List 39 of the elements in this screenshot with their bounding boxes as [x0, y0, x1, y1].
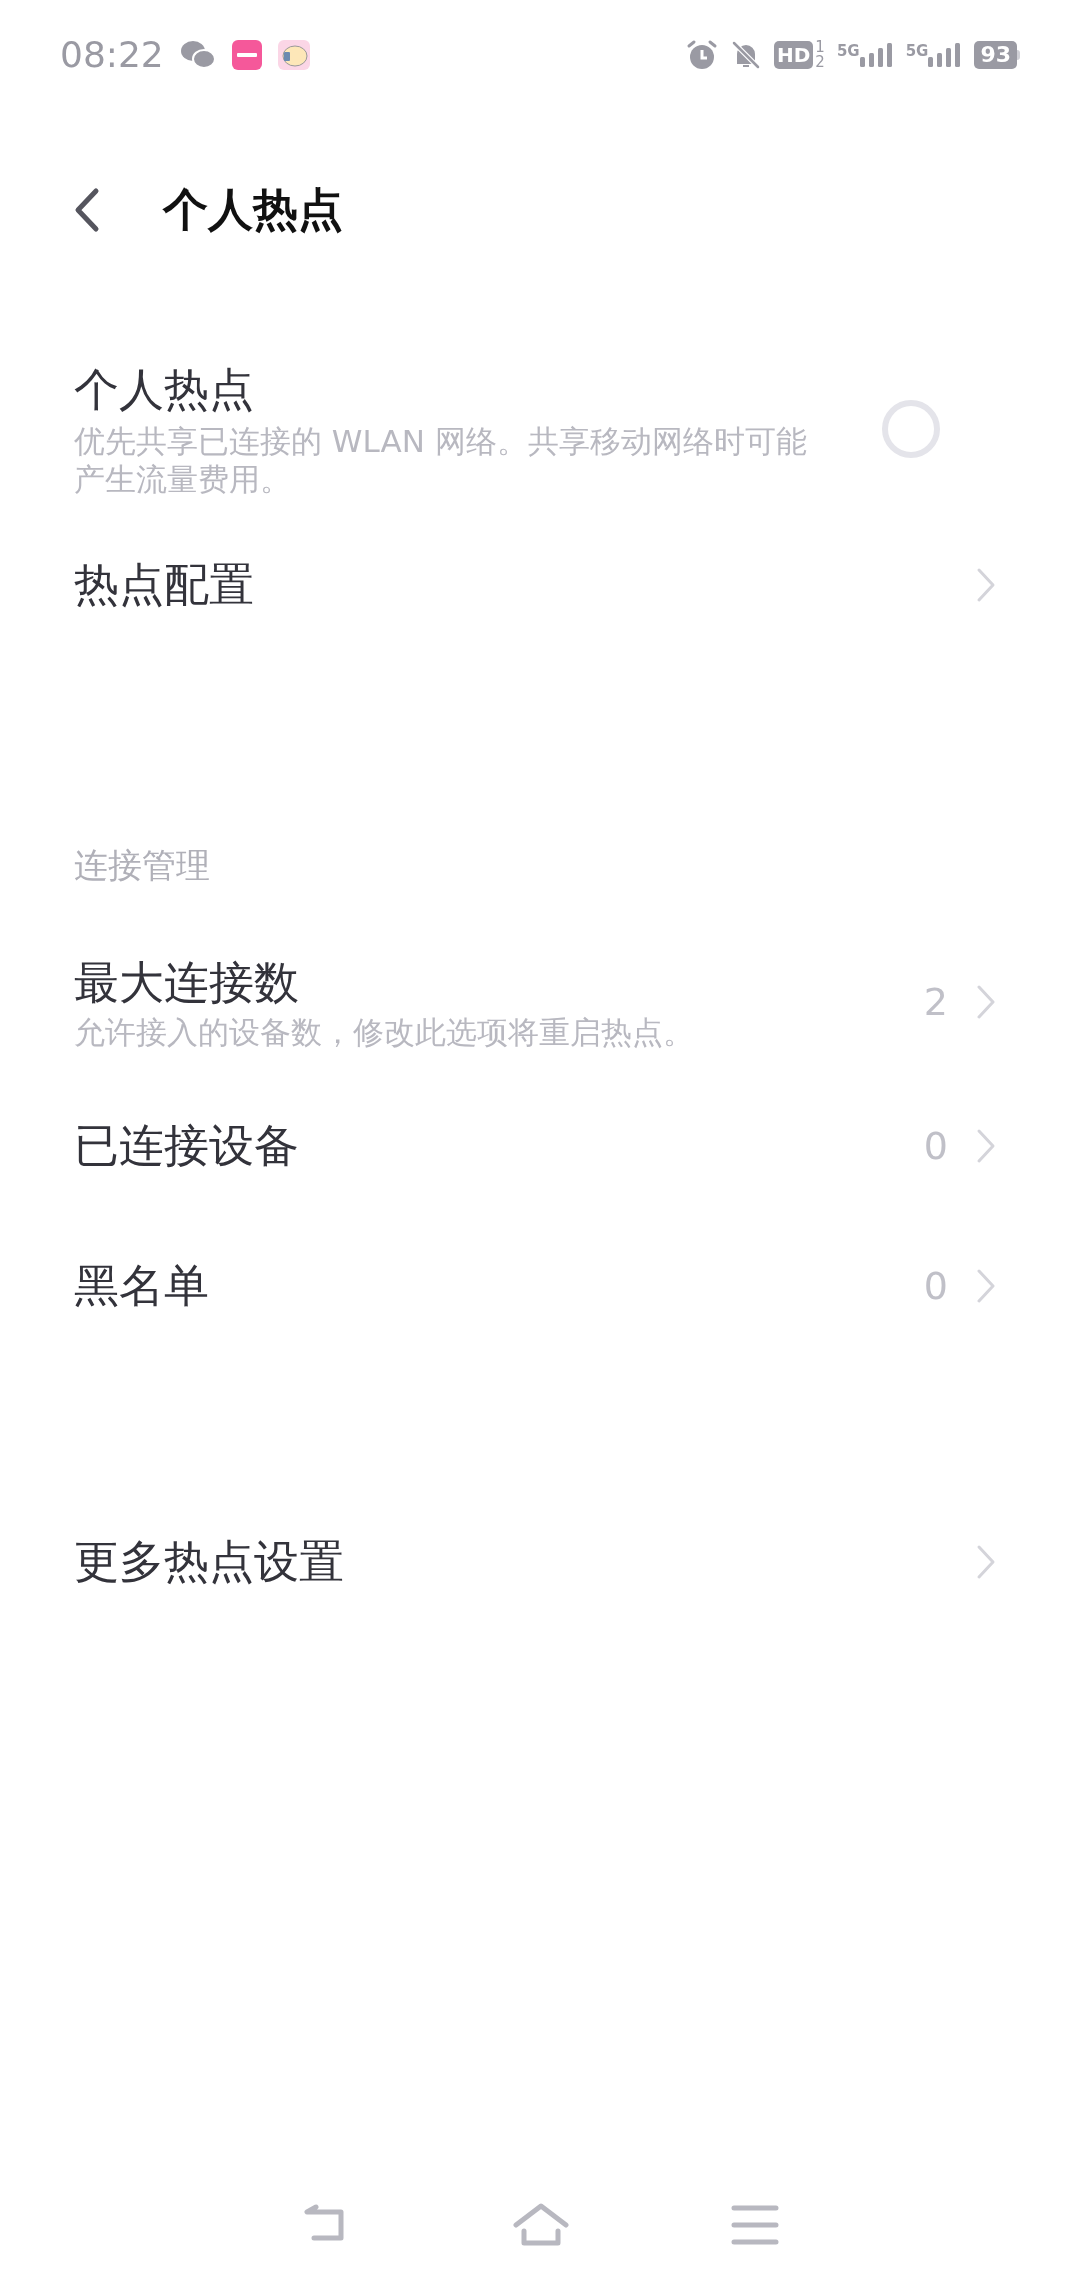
section-header: 连接管理 — [73, 844, 211, 887]
chevron-right-icon — [976, 1128, 996, 1164]
network-type: 5G — [905, 43, 929, 59]
setting-value: 2 — [923, 978, 948, 1026]
menu-icon[interactable] — [731, 2204, 780, 2246]
setting-title: 已连接设备 — [74, 1118, 300, 1174]
signal-icon — [859, 43, 894, 67]
signal-icon — [928, 43, 963, 67]
setting-value: 0 — [923, 1262, 948, 1310]
setting-description: 允许接入的设备数，修改此选项将重启热点。 — [74, 1013, 695, 1051]
setting-title: 黑名单 — [74, 1258, 210, 1314]
sim-number: 1 — [815, 40, 825, 55]
settings-row[interactable]: 已连接设备 0 — [0, 1101, 1080, 1191]
toggle-switch[interactable] — [882, 400, 940, 458]
setting-title: 更多热点设置 — [74, 1534, 345, 1591]
setting-title: 个人热点 — [74, 362, 255, 418]
chevron-right-icon — [976, 1268, 996, 1304]
setting-title: 最大连接数 — [74, 955, 300, 1011]
home-icon[interactable] — [512, 2203, 570, 2247]
settings-row[interactable]: 热点配置 — [0, 540, 1080, 630]
hotspot-row[interactable]: 个人热点 优先共享已连接的 WLAN 网络。共享移动网络时可能产生流量费用。 — [0, 360, 1080, 498]
chevron-right-icon — [976, 567, 996, 603]
network-type: 5G — [836, 43, 860, 59]
bell-muted-icon — [730, 39, 762, 71]
sim-number: 2 — [815, 55, 825, 70]
chevron-right-icon — [976, 1544, 996, 1580]
battery-level: 93 — [974, 41, 1017, 69]
settings-row[interactable]: 最大连接数 允许接入的设备数，修改此选项将重启热点。 2 — [0, 953, 1080, 1051]
setting-value: 0 — [923, 1122, 948, 1170]
alarm-icon — [686, 39, 718, 71]
clock-time: 08:22 — [60, 33, 164, 77]
setting-description: 优先共享已连接的 WLAN 网络。共享移动网络时可能产生流量费用。 — [74, 422, 808, 498]
page-title: 个人热点 — [163, 182, 343, 239]
app-icon — [231, 40, 262, 70]
hd-badge: HD — [774, 41, 814, 69]
settings-row[interactable]: 黑名单 0 — [0, 1241, 1080, 1331]
setting-title: 热点配置 — [74, 557, 255, 614]
chevron-right-icon — [976, 984, 996, 1020]
settings-row[interactable]: 更多热点设置 — [0, 1517, 1080, 1607]
